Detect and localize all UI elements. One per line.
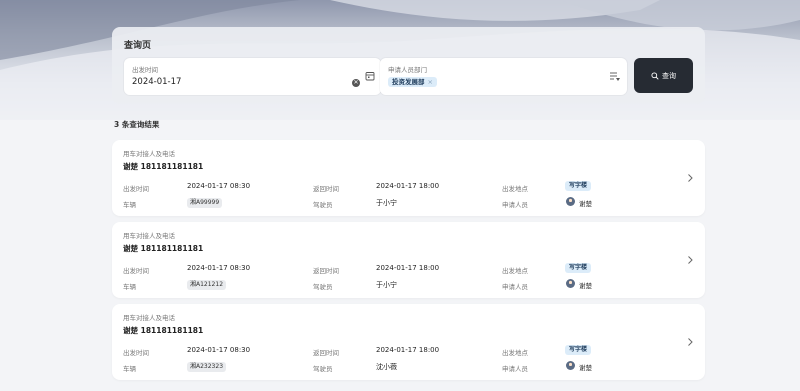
vehicle-label: 车辆 (123, 201, 136, 209)
department-tag-label: 投资发展部 (392, 78, 425, 86)
depart-time-label: 出发时间 (123, 185, 149, 193)
return-time-label: 返回时间 (313, 185, 339, 193)
chevron-right-icon[interactable] (686, 255, 694, 265)
result-card[interactable]: 用车对接人及电话 谢楚 181181181181 出发时间 2024-01-17… (112, 140, 705, 216)
tag-close-icon[interactable]: × (428, 78, 433, 86)
vehicle-plate: 湘A99999 (187, 198, 223, 208)
applicant-name: 谢楚 (579, 364, 592, 372)
driver-label: 驾驶员 (313, 365, 333, 373)
calendar-icon[interactable] (365, 71, 375, 81)
vehicle-plate: 湘A232323 (187, 362, 227, 372)
depart-time-label: 出发时间 (123, 349, 149, 357)
depart-time-label: 出发时间 (123, 267, 149, 275)
applicant-name: 谢楚 (579, 282, 592, 290)
depart-time-value[interactable]: 2024-01-17 (132, 77, 181, 87)
result-card[interactable]: 用车对接人及电话 谢楚 181181181181 出发时间 2024-01-17… (112, 222, 705, 298)
location-label: 出发地点 (502, 185, 528, 193)
contact-value: 谢楚 181181181181 (123, 244, 204, 253)
return-time-label: 返回时间 (313, 349, 339, 357)
depart-time-label: 出发时间 (132, 66, 158, 74)
depart-time-value: 2024-01-17 08:30 (187, 264, 251, 272)
contact-label: 用车对接人及电话 (123, 232, 175, 240)
query-button-label: 查询 (662, 71, 676, 80)
location-label: 出发地点 (502, 349, 528, 357)
vehicle-plate: 湘A121212 (187, 280, 227, 290)
filter-list-icon[interactable] (609, 71, 621, 82)
vehicle-label: 车辆 (123, 365, 136, 373)
department-label: 申请人员部门 (388, 66, 427, 74)
depart-time-value: 2024-01-17 08:30 (187, 346, 251, 354)
page-title: 查询页 (124, 41, 152, 51)
location-tag: 写字楼 (565, 345, 592, 355)
location-tag: 写字楼 (565, 181, 592, 191)
driver-value: 于小宁 (376, 199, 397, 207)
avatar (566, 197, 575, 206)
driver-value: 沈小薇 (376, 363, 397, 371)
location-tag: 写字楼 (565, 263, 592, 273)
driver-label: 驾驶员 (313, 283, 333, 291)
driver-label: 驾驶员 (313, 201, 333, 209)
department-field[interactable]: 申请人员部门 投资发展部 × (380, 58, 627, 95)
contact-value: 谢楚 181181181181 (123, 162, 204, 171)
return-time-value: 2024-01-17 18:00 (376, 346, 440, 354)
avatar (566, 361, 575, 370)
search-panel: 查询页 出发时间 2024-01-17 ✕ 申请人员部门 投资发展部 × 查询 (112, 27, 705, 104)
vehicle-label: 车辆 (123, 283, 136, 291)
contact-label: 用车对接人及电话 (123, 150, 175, 158)
applicant-name: 谢楚 (579, 200, 592, 208)
search-icon (651, 71, 659, 80)
clear-icon[interactable]: ✕ (352, 79, 360, 87)
driver-value: 于小宁 (376, 281, 397, 289)
contact-value: 谢楚 181181181181 (123, 326, 204, 335)
depart-time-field[interactable]: 出发时间 2024-01-17 ✕ (124, 58, 381, 95)
query-button[interactable]: 查询 (634, 58, 693, 93)
chevron-right-icon[interactable] (686, 173, 694, 183)
return-time-value: 2024-01-17 18:00 (376, 182, 440, 190)
return-time-label: 返回时间 (313, 267, 339, 275)
depart-time-value: 2024-01-17 08:30 (187, 182, 251, 190)
location-label: 出发地点 (502, 267, 528, 275)
result-card[interactable]: 用车对接人及电话 谢楚 181181181181 出发时间 2024-01-17… (112, 304, 705, 380)
avatar (566, 279, 575, 288)
department-tag[interactable]: 投资发展部 × (388, 77, 437, 87)
contact-label: 用车对接人及电话 (123, 314, 175, 322)
return-time-value: 2024-01-17 18:00 (376, 264, 440, 272)
applicant-label: 申请人员 (502, 283, 528, 291)
result-count: 3 条查询结果 (114, 120, 160, 129)
applicant-label: 申请人员 (502, 365, 528, 373)
applicant-label: 申请人员 (502, 201, 528, 209)
chevron-right-icon[interactable] (686, 337, 694, 347)
